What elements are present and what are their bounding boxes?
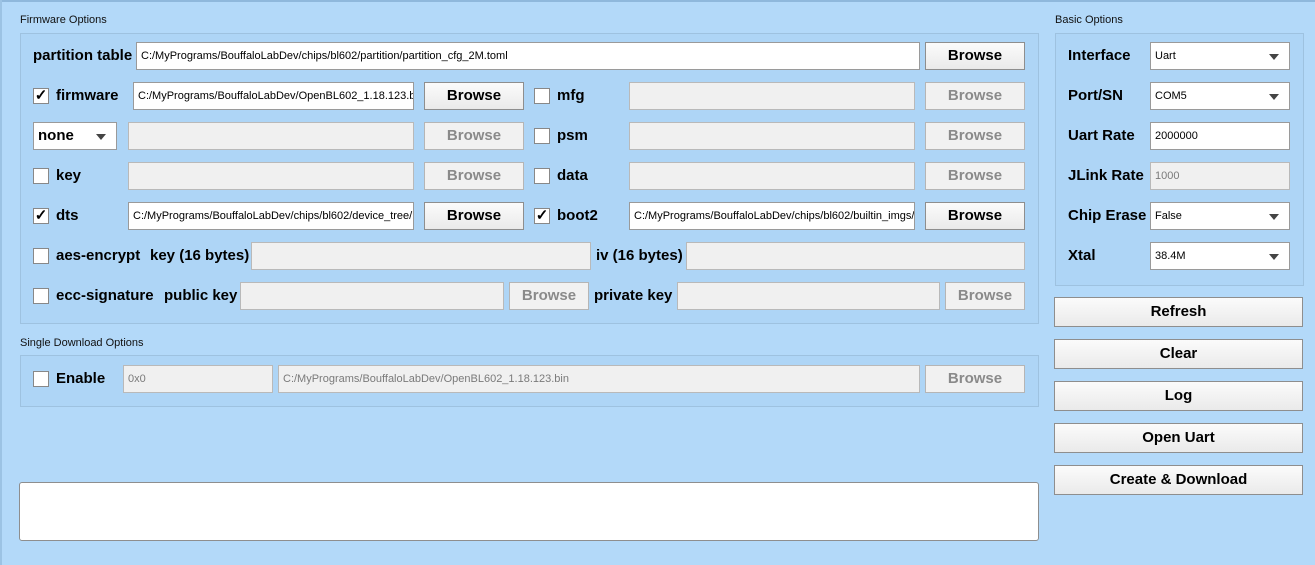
firmware-options-title: Firmware Options [20,14,107,26]
firmware-path-input[interactable]: C:/MyPrograms/BouffaloLabDev/OpenBL602_1… [133,82,414,110]
private-key-input[interactable] [677,282,940,310]
chevron-down-icon [1269,94,1279,100]
single-download-enable-checkbox[interactable] [33,371,49,387]
interface-label: Interface [1068,47,1131,64]
chip-erase-select[interactable]: False [1150,202,1290,230]
boot2-label: boot2 [557,207,598,224]
boot2-checkbox[interactable]: ✓ [534,208,550,224]
firmware-label: firmware [56,87,119,104]
jlink-rate-label: JLink Rate [1068,167,1144,184]
partition-table-path-input[interactable]: C:/MyPrograms/BouffaloLabDev/chips/bl602… [136,42,920,70]
chip-erase-select-value: False [1155,210,1182,222]
boot2-path-input[interactable]: C:/MyPrograms/BouffaloLabDev/chips/bl602… [629,202,915,230]
data-label: data [557,167,588,184]
chevron-down-icon [96,134,106,140]
basic-options-title: Basic Options [1055,14,1123,26]
single-download-address-input[interactable]: 0x0 [123,365,273,393]
chevron-down-icon [1269,254,1279,260]
interface-select[interactable]: Uart [1150,42,1290,70]
single-download-enable-label: Enable [56,370,106,387]
psm-browse-button[interactable]: Browse [925,122,1025,150]
mfg-label: mfg [557,87,585,104]
aes-key-input[interactable] [251,242,591,270]
aes-key-label: key (16 bytes) [150,247,250,264]
firmware-browse-button[interactable]: Browse [424,82,524,110]
aes-encrypt-label: aes-encrypt [56,247,141,264]
private-key-label: private key [594,287,673,304]
data-path-input[interactable] [629,162,915,190]
partition-table-browse-button[interactable]: Browse [925,42,1025,70]
psm-checkbox[interactable] [534,128,550,144]
dts-browse-button[interactable]: Browse [424,202,524,230]
data-browse-button[interactable]: Browse [925,162,1025,190]
single-download-file-input[interactable]: C:/MyPrograms/BouffaloLabDev/OpenBL602_1… [278,365,920,393]
private-key-browse-button[interactable]: Browse [945,282,1025,310]
public-key-input[interactable] [240,282,504,310]
mfg-checkbox[interactable] [534,88,550,104]
uart-rate-label: Uart Rate [1068,127,1135,144]
ecc-signature-checkbox[interactable] [33,288,49,304]
chip-erase-label: Chip Erase [1068,207,1147,224]
partition-table-label: partition table [33,47,133,64]
media-browse-button[interactable]: Browse [424,122,524,150]
port-select[interactable]: COM5 [1150,82,1290,110]
public-key-label: public key [164,287,238,304]
key-checkbox[interactable] [33,168,49,184]
window-left-edge [0,0,2,565]
psm-label: psm [557,127,588,144]
media-type-select[interactable]: none [33,122,117,150]
create-download-button[interactable]: Create & Download [1054,465,1303,495]
open-uart-button[interactable]: Open Uart [1054,423,1303,453]
data-checkbox[interactable] [534,168,550,184]
dts-label: dts [56,207,79,224]
log-output-area[interactable] [19,482,1039,541]
single-download-title: Single Download Options [20,337,144,349]
aes-encrypt-checkbox[interactable] [33,248,49,264]
aes-iv-label: iv (16 bytes) [596,247,683,264]
key-browse-button[interactable]: Browse [424,162,524,190]
mfg-path-input[interactable] [629,82,915,110]
port-label: Port/SN [1068,87,1124,104]
refresh-button[interactable]: Refresh [1054,297,1303,327]
key-path-input[interactable] [128,162,414,190]
xtal-label: Xtal [1068,247,1096,264]
uart-rate-input[interactable]: 2000000 [1150,122,1290,150]
xtal-select[interactable]: 38.4M [1150,242,1290,270]
aes-iv-input[interactable] [686,242,1025,270]
dts-checkbox[interactable]: ✓ [33,208,49,224]
mfg-browse-button[interactable]: Browse [925,82,1025,110]
boot2-browse-button[interactable]: Browse [925,202,1025,230]
media-type-select-value: none [38,127,74,144]
window-top-edge [0,0,1315,2]
log-button[interactable]: Log [1054,381,1303,411]
port-select-value: COM5 [1155,90,1187,102]
chevron-down-icon [1269,54,1279,60]
psm-path-input[interactable] [629,122,915,150]
key-label: key [56,167,82,184]
jlink-rate-input[interactable]: 1000 [1150,162,1290,190]
ecc-signature-label: ecc-signature [56,287,154,304]
interface-select-value: Uart [1155,50,1176,62]
public-key-browse-button[interactable]: Browse [509,282,589,310]
clear-button[interactable]: Clear [1054,339,1303,369]
firmware-checkbox[interactable]: ✓ [33,88,49,104]
media-path-input[interactable] [128,122,414,150]
dts-path-input[interactable]: C:/MyPrograms/BouffaloLabDev/chips/bl602… [128,202,414,230]
chevron-down-icon [1269,214,1279,220]
xtal-select-value: 38.4M [1155,250,1186,262]
single-download-browse-button[interactable]: Browse [925,365,1025,393]
